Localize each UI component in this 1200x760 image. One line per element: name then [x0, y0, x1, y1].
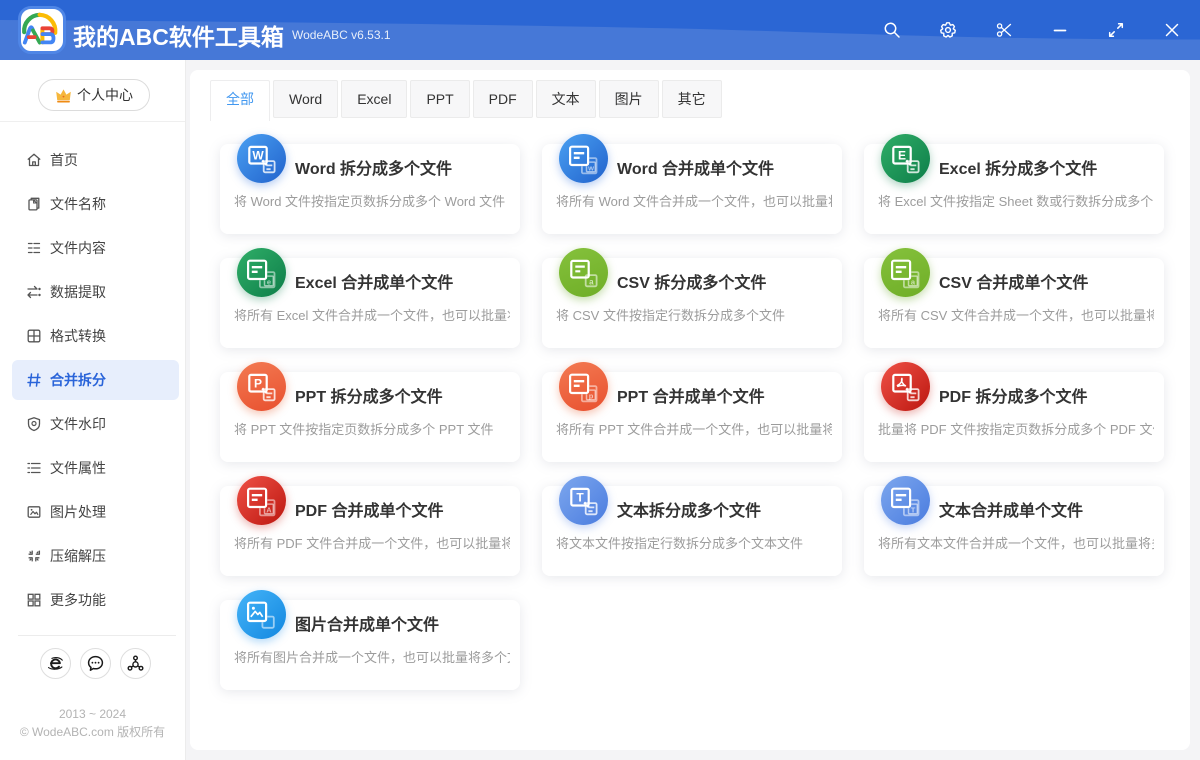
svg-text:p: p	[589, 391, 594, 400]
svg-text:a: a	[911, 277, 916, 286]
svg-text:E: E	[898, 149, 906, 163]
svg-text:T: T	[576, 491, 584, 505]
svg-text:P: P	[254, 377, 262, 391]
svg-text:a: a	[589, 278, 594, 287]
svg-text:e: e	[267, 277, 271, 286]
svg-text:A: A	[266, 505, 272, 514]
svg-text:T: T	[911, 505, 916, 514]
